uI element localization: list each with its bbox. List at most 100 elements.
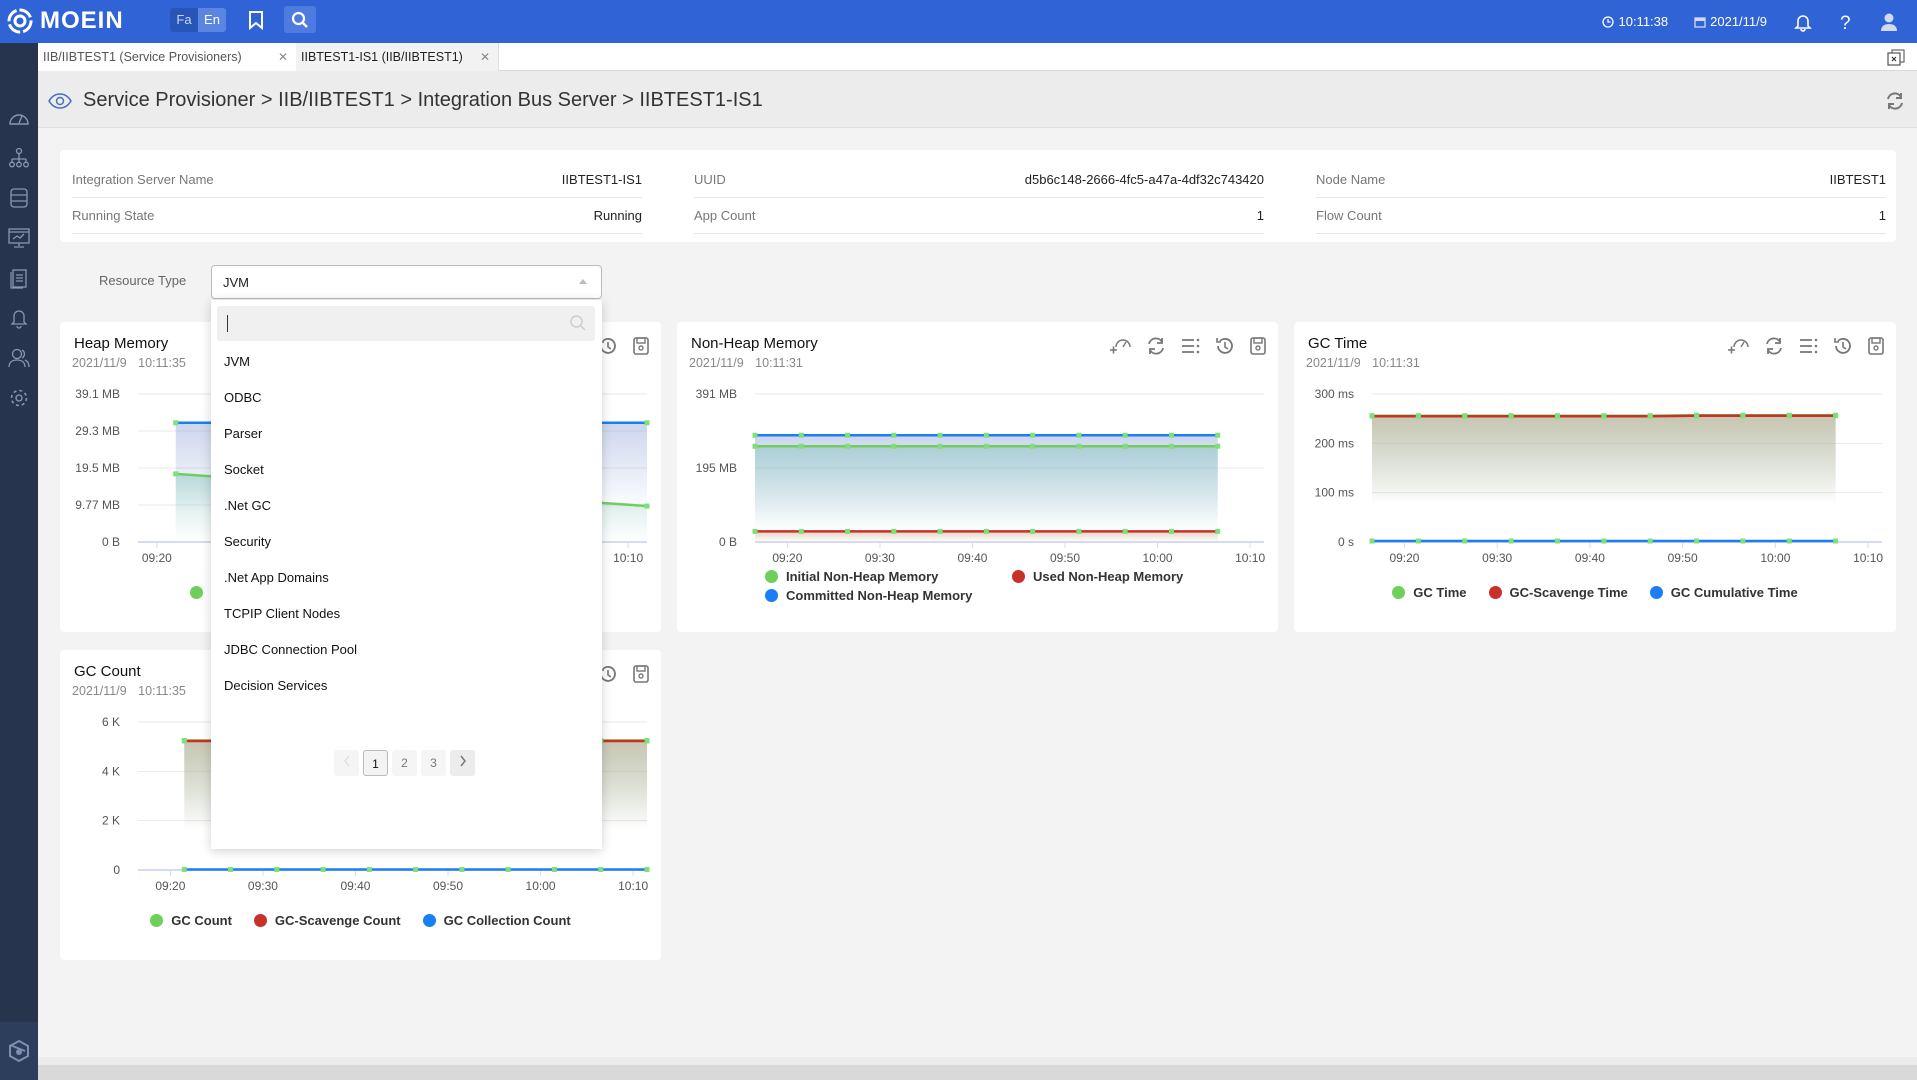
data-point[interactable]	[366, 867, 372, 873]
option-item[interactable]: .Net GC	[211, 492, 602, 528]
prev-page-button[interactable]	[334, 750, 359, 776]
sidebar-item-topology[interactable]	[7, 146, 31, 170]
notifications-button[interactable]	[1793, 12, 1813, 32]
user-menu-button[interactable]	[1879, 12, 1899, 32]
data-point[interactable]	[1508, 538, 1514, 544]
data-point[interactable]	[644, 867, 650, 873]
data-point[interactable]	[891, 432, 897, 438]
data-point[interactable]	[752, 443, 758, 449]
legend-item[interactable]: GC Count	[150, 913, 232, 928]
option-item[interactable]: TCPIP Client Nodes	[211, 600, 602, 636]
lang-fa-button[interactable]: Fa	[170, 8, 198, 32]
save-icon[interactable]	[1248, 336, 1268, 356]
refresh-icon[interactable]	[1146, 336, 1166, 356]
data-point[interactable]	[1740, 538, 1746, 544]
data-point[interactable]	[1740, 413, 1746, 419]
data-point[interactable]	[845, 432, 851, 438]
data-point[interactable]	[891, 443, 897, 449]
data-point[interactable]	[983, 528, 989, 534]
data-point[interactable]	[1122, 528, 1128, 534]
data-point[interactable]	[1647, 538, 1653, 544]
data-point[interactable]	[644, 738, 650, 744]
data-point[interactable]	[891, 528, 897, 534]
data-point[interactable]	[1076, 432, 1082, 438]
refresh-icon[interactable]	[1764, 336, 1784, 356]
data-point[interactable]	[228, 867, 234, 873]
data-point[interactable]	[1786, 413, 1792, 419]
save-icon[interactable]	[631, 336, 651, 356]
save-icon[interactable]	[1866, 336, 1886, 356]
brand-logo[interactable]: MOEIN	[6, 7, 124, 35]
data-point[interactable]	[1462, 538, 1468, 544]
horizontal-scrollbar[interactable]	[38, 1065, 1917, 1080]
data-point[interactable]	[1508, 413, 1514, 419]
history-icon[interactable]	[1214, 336, 1234, 356]
close-tab-icon[interactable]: ✕	[480, 43, 490, 71]
legend-item[interactable]: GC Time	[1392, 585, 1467, 600]
data-point[interactable]	[1694, 538, 1700, 544]
tab-service-provisioners[interactable]: IIB/IIBTEST1 (Service Provisioners) ✕	[38, 43, 296, 71]
data-point[interactable]	[320, 867, 326, 873]
sidebar-bottom-logo[interactable]	[0, 1022, 38, 1080]
data-point[interactable]	[413, 867, 419, 873]
data-point[interactable]	[937, 443, 943, 449]
resource-type-select[interactable]: JVM	[211, 265, 602, 299]
data-point[interactable]	[644, 503, 650, 509]
option-item[interactable]: Security	[211, 528, 602, 564]
data-point[interactable]	[173, 471, 179, 477]
data-point[interactable]	[1168, 432, 1174, 438]
legend-item[interactable]: GC Cumulative Time	[1649, 585, 1798, 600]
sidebar-item-dashboard[interactable]	[7, 105, 31, 129]
save-icon[interactable]	[631, 664, 651, 684]
data-point[interactable]	[644, 420, 650, 426]
sidebar-item-database[interactable]	[7, 186, 31, 210]
list-menu-icon[interactable]	[1180, 336, 1200, 356]
next-page-button[interactable]	[450, 750, 475, 776]
data-point[interactable]	[937, 432, 943, 438]
data-point[interactable]	[1786, 538, 1792, 544]
page-button[interactable]: 2	[392, 750, 417, 776]
sidebar-item-settings[interactable]	[7, 386, 31, 410]
data-point[interactable]	[1415, 538, 1421, 544]
data-point[interactable]	[1833, 538, 1839, 544]
data-point[interactable]	[551, 867, 557, 873]
data-point[interactable]	[598, 867, 604, 873]
option-item[interactable]: Parser	[211, 420, 602, 456]
legend-item[interactable]: GC-Scavenge Count	[253, 913, 401, 928]
data-point[interactable]	[181, 867, 187, 873]
data-point[interactable]	[173, 420, 179, 426]
option-item[interactable]: ODBC	[211, 384, 602, 420]
data-point[interactable]	[1215, 528, 1221, 534]
list-menu-icon[interactable]	[1798, 336, 1818, 356]
sidebar-item-users[interactable]	[7, 346, 31, 370]
data-point[interactable]	[937, 528, 943, 534]
page-button[interactable]: 1	[363, 750, 388, 776]
data-point[interactable]	[1030, 528, 1036, 534]
data-point[interactable]	[845, 528, 851, 534]
tab-iibtest1-is1[interactable]: IIBTEST1-IS1 (IIB/IIBTEST1) ✕	[296, 43, 499, 71]
data-point[interactable]	[1168, 443, 1174, 449]
legend-item[interactable]: Initial Non-Heap Memory	[765, 569, 990, 584]
history-icon[interactable]	[1832, 336, 1852, 356]
data-point[interactable]	[1076, 528, 1082, 534]
data-point[interactable]	[1076, 443, 1082, 449]
option-item[interactable]: Decision Services	[211, 672, 602, 708]
data-point[interactable]	[1554, 538, 1560, 544]
data-point[interactable]	[798, 432, 804, 438]
data-point[interactable]	[798, 443, 804, 449]
dropdown-search-input[interactable]	[217, 306, 595, 341]
help-button[interactable]: ?	[1839, 12, 1853, 32]
data-point[interactable]	[798, 528, 804, 534]
refresh-icon[interactable]	[1885, 91, 1905, 111]
data-point[interactable]	[983, 443, 989, 449]
data-point[interactable]	[1215, 432, 1221, 438]
data-point[interactable]	[274, 867, 280, 873]
data-point[interactable]	[1415, 413, 1421, 419]
legend-item[interactable]: GC Collection Count	[422, 913, 571, 928]
page-button[interactable]: 3	[421, 750, 446, 776]
search-button[interactable]	[284, 6, 316, 33]
data-point[interactable]	[1369, 413, 1375, 419]
bookmark-button[interactable]	[240, 6, 272, 33]
data-point[interactable]	[1554, 413, 1560, 419]
data-point[interactable]	[752, 528, 758, 534]
